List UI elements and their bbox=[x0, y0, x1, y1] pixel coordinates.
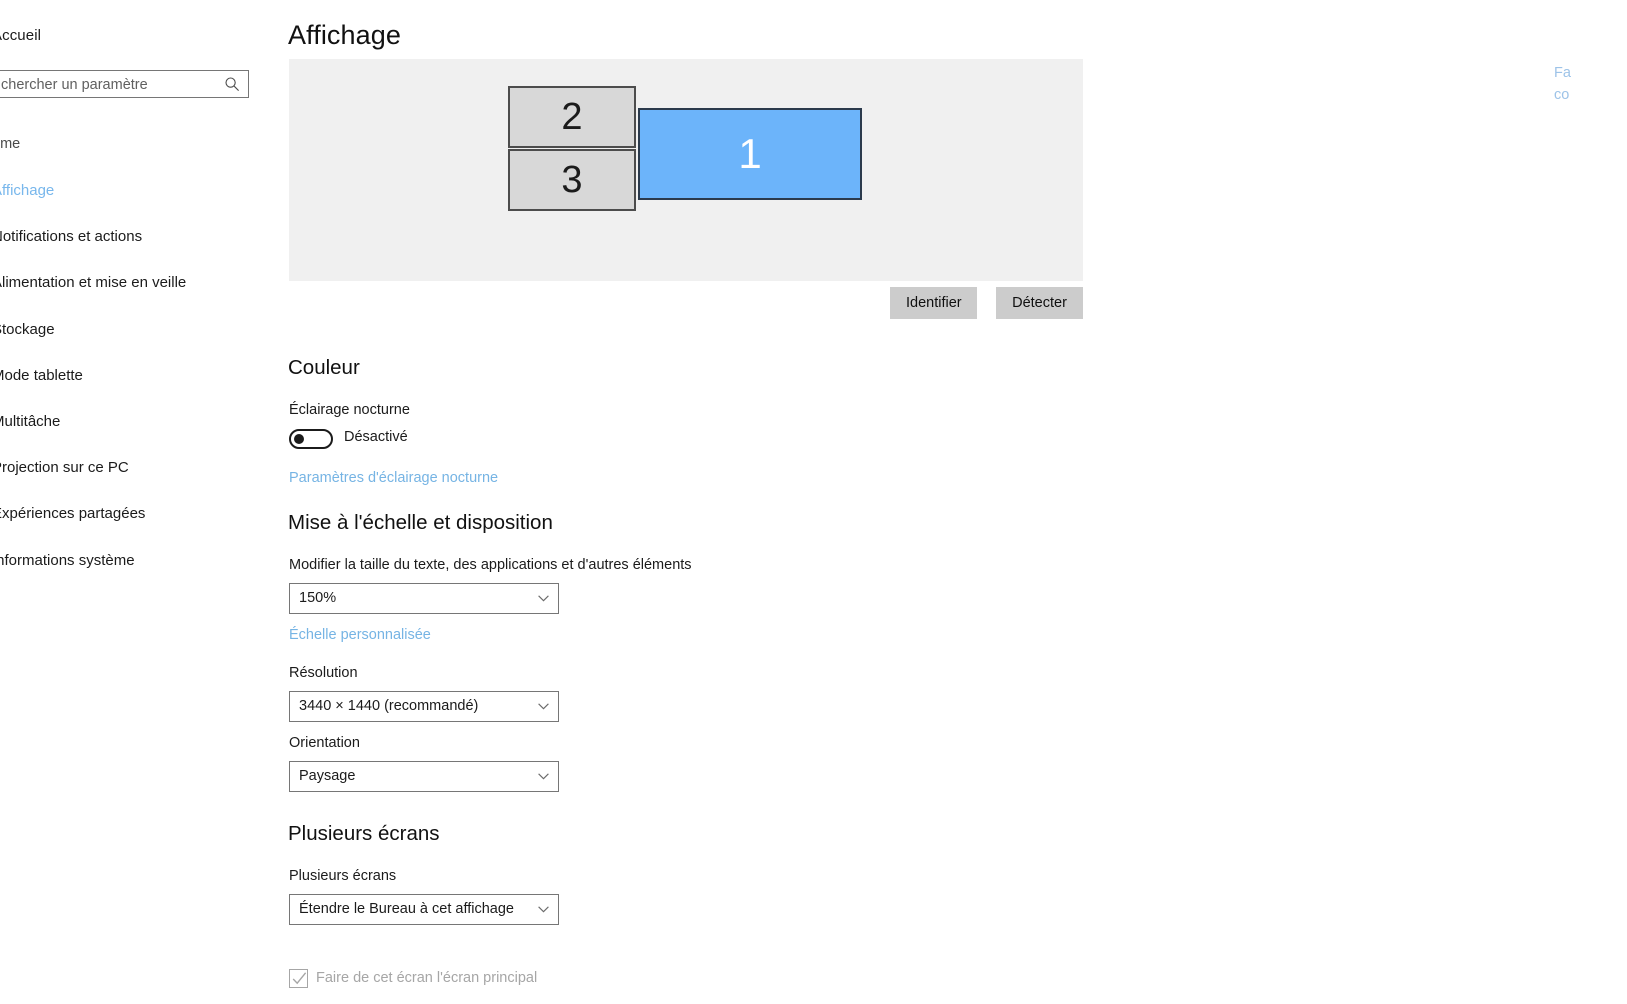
section-heading-couleur: Couleur bbox=[288, 356, 360, 379]
night-light-state-label: Désactivé bbox=[344, 429, 408, 445]
toggle-knob bbox=[294, 434, 304, 444]
related-link-2[interactable]: co bbox=[1554, 84, 1627, 106]
monitor-number: 3 bbox=[561, 158, 583, 201]
monitor-tile-1-selected[interactable]: 1 bbox=[638, 108, 862, 200]
identify-button[interactable]: Identifier bbox=[890, 287, 977, 319]
night-light-label: Éclairage nocturne bbox=[289, 402, 410, 418]
checkbox-checked-icon[interactable] bbox=[289, 969, 308, 988]
related-links-clipped: Fa co bbox=[1554, 62, 1627, 106]
section-heading-plusieurs-ecrans: Plusieurs écrans bbox=[288, 822, 440, 845]
night-light-settings-link[interactable]: Paramètres d'éclairage nocturne bbox=[289, 470, 498, 486]
scale-select[interactable]: 150% bbox=[289, 583, 559, 614]
related-link-1[interactable]: Fa bbox=[1554, 62, 1627, 84]
detect-button[interactable]: Détecter bbox=[996, 287, 1083, 319]
scale-select-value: 150% bbox=[299, 590, 337, 606]
page-title: Affichage bbox=[288, 20, 401, 50]
monitor-tile-3[interactable]: 3 bbox=[508, 149, 636, 211]
custom-scale-link[interactable]: Échelle personnalisée bbox=[289, 627, 431, 643]
orientation-select-value: Paysage bbox=[299, 768, 356, 784]
chevron-down-icon bbox=[538, 595, 549, 602]
main-display-checkbox-label: Faire de cet écran l'écran principal bbox=[316, 970, 538, 986]
monitor-arrangement-preview[interactable]: 2 3 1 bbox=[289, 59, 1083, 281]
monitor-number: 1 bbox=[738, 130, 762, 177]
orientation-label: Orientation bbox=[289, 735, 360, 751]
main-content: Affichage 2 3 1 Identifier Détecter Coul… bbox=[0, 0, 1627, 1004]
chevron-down-icon bbox=[538, 906, 549, 913]
orientation-select[interactable]: Paysage bbox=[289, 761, 559, 792]
monitor-tile-2[interactable]: 2 bbox=[508, 86, 636, 148]
night-light-toggle[interactable] bbox=[289, 429, 333, 449]
resolution-select-value: 3440 × 1440 (recommandé) bbox=[299, 698, 479, 714]
multi-display-select[interactable]: Étendre le Bureau à cet affichage bbox=[289, 894, 559, 925]
scale-label: Modifier la taille du texte, des applica… bbox=[289, 557, 692, 573]
monitor-number: 2 bbox=[561, 95, 583, 138]
chevron-down-icon bbox=[538, 703, 549, 710]
resolution-select[interactable]: 3440 × 1440 (recommandé) bbox=[289, 691, 559, 722]
multi-display-label: Plusieurs écrans bbox=[289, 868, 397, 884]
multi-display-select-value: Étendre le Bureau à cet affichage bbox=[299, 901, 514, 917]
chevron-down-icon bbox=[538, 773, 549, 780]
section-heading-mise-a-lechelle: Mise à l'échelle et disposition bbox=[288, 511, 553, 534]
resolution-label: Résolution bbox=[289, 665, 358, 681]
